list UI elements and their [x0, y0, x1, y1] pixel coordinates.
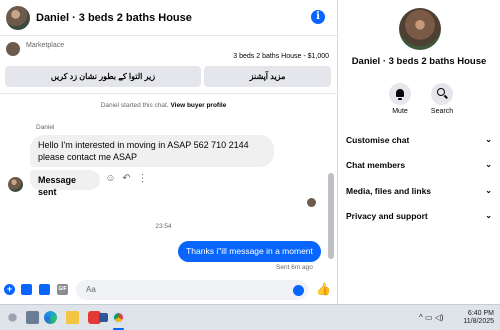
clock[interactable]: 6:40 PM 11/8/2025 — [458, 310, 494, 326]
mute-button[interactable]: Mute — [380, 83, 420, 115]
avatar[interactable] — [6, 5, 30, 30]
sticker-icon[interactable] — [39, 284, 50, 295]
start-icon[interactable] — [26, 311, 39, 324]
incoming-message[interactable]: Hello I'm interested in moving in ASAP 5… — [30, 135, 274, 167]
section-customise-chat[interactable]: Customise chat ⌄ — [346, 132, 498, 148]
section-privacy-support[interactable]: Privacy and support ⌄ — [346, 208, 498, 224]
system-tray-icons[interactable]: ^ ▭ ◁) — [419, 313, 444, 322]
search-label: Search — [430, 108, 454, 115]
chevron-down-icon: ⌄ — [485, 160, 492, 169]
image-icon[interactable] — [21, 284, 32, 295]
search-icon[interactable] — [431, 83, 453, 105]
info-icon[interactable]: i — [311, 10, 325, 24]
sent-status: Sent 6m ago — [276, 264, 313, 271]
composer: + GIF Aa 👍 — [0, 277, 337, 303]
message-input[interactable]: Aa — [76, 280, 308, 300]
mute-label: Mute — [392, 108, 408, 115]
details-pane: Daniel · 3 beds 2 baths House Mute Searc… — [338, 0, 500, 304]
chevron-down-icon: ⌄ — [485, 211, 492, 220]
chat-pane: Daniel · 3 beds 2 baths House i Marketpl… — [0, 0, 337, 304]
emoji-icon[interactable] — [293, 285, 304, 296]
system-note: Daniel started this chat. View buyer pro… — [0, 102, 327, 109]
reply-icon[interactable]: ↶ — [121, 173, 132, 184]
avatar[interactable] — [8, 177, 23, 192]
edge-icon[interactable] — [44, 311, 57, 324]
chat-header: Daniel · 3 beds 2 baths House i — [0, 0, 337, 36]
incoming-message[interactable]: Message sent — [30, 170, 100, 197]
section-label: Customise chat — [346, 135, 410, 145]
clock-date: 11/8/2025 — [463, 318, 494, 325]
weather-icon[interactable] — [6, 311, 19, 324]
chrome-icon[interactable] — [112, 311, 125, 324]
section-media-files-links[interactable]: Media, files and links ⌄ — [346, 183, 498, 199]
store-icon[interactable] — [99, 313, 108, 322]
section-chat-members[interactable]: Chat members ⌄ — [346, 157, 498, 173]
like-icon[interactable]: 👍 — [316, 282, 331, 296]
bell-icon[interactable] — [389, 83, 411, 105]
plus-icon[interactable]: + — [4, 284, 15, 295]
taskbar: ^ ▭ ◁) 6:40 PM 11/8/2025 — [0, 304, 500, 330]
avatar[interactable] — [399, 8, 441, 50]
marketplace-label: Marketplace — [26, 42, 65, 49]
screen: Daniel · 3 beds 2 baths House i Marketpl… — [0, 0, 500, 330]
scrollbar[interactable] — [327, 95, 335, 269]
timestamp: 23:54 — [155, 223, 172, 230]
scrollbar-thumb[interactable] — [328, 173, 334, 259]
listing-thumbnail[interactable] — [6, 42, 20, 56]
emoji-icon[interactable]: ☺ — [105, 173, 116, 184]
mark-pending-button[interactable]: زیر التوا کے بطور نشان زد کریں — [5, 66, 201, 87]
more-icon[interactable]: ⋮ — [137, 173, 148, 184]
sender-name: Daniel — [36, 124, 55, 131]
marketplace-row: Marketplace 3 beds 2 baths House - $1,00… — [0, 37, 337, 65]
seen-avatar — [307, 198, 316, 207]
divider — [0, 93, 337, 94]
listing-title[interactable]: 3 beds 2 baths House - $1,000 — [233, 53, 329, 60]
section-label: Privacy and support — [346, 211, 428, 221]
more-options-button[interactable]: مزید آپشنز — [204, 66, 331, 87]
outgoing-message[interactable]: Thanks i"ill message in a moment — [178, 241, 321, 262]
folder-icon[interactable] — [66, 311, 79, 324]
chevron-down-icon: ⌄ — [485, 135, 492, 144]
chevron-down-icon: ⌄ — [485, 186, 492, 195]
search-button[interactable]: Search — [422, 83, 462, 115]
clock-time: 6:40 PM — [467, 310, 494, 317]
section-label: Chat members — [346, 160, 406, 170]
details-title: Daniel · 3 beds 2 baths House — [351, 56, 487, 67]
section-label: Media, files and links — [346, 186, 432, 196]
view-buyer-profile-link[interactable]: View buyer profile — [170, 102, 226, 109]
gif-icon[interactable]: GIF — [57, 284, 68, 295]
chat-title[interactable]: Daniel · 3 beds 2 baths House — [36, 12, 192, 24]
system-note-text: Daniel started this chat. — [100, 102, 169, 109]
